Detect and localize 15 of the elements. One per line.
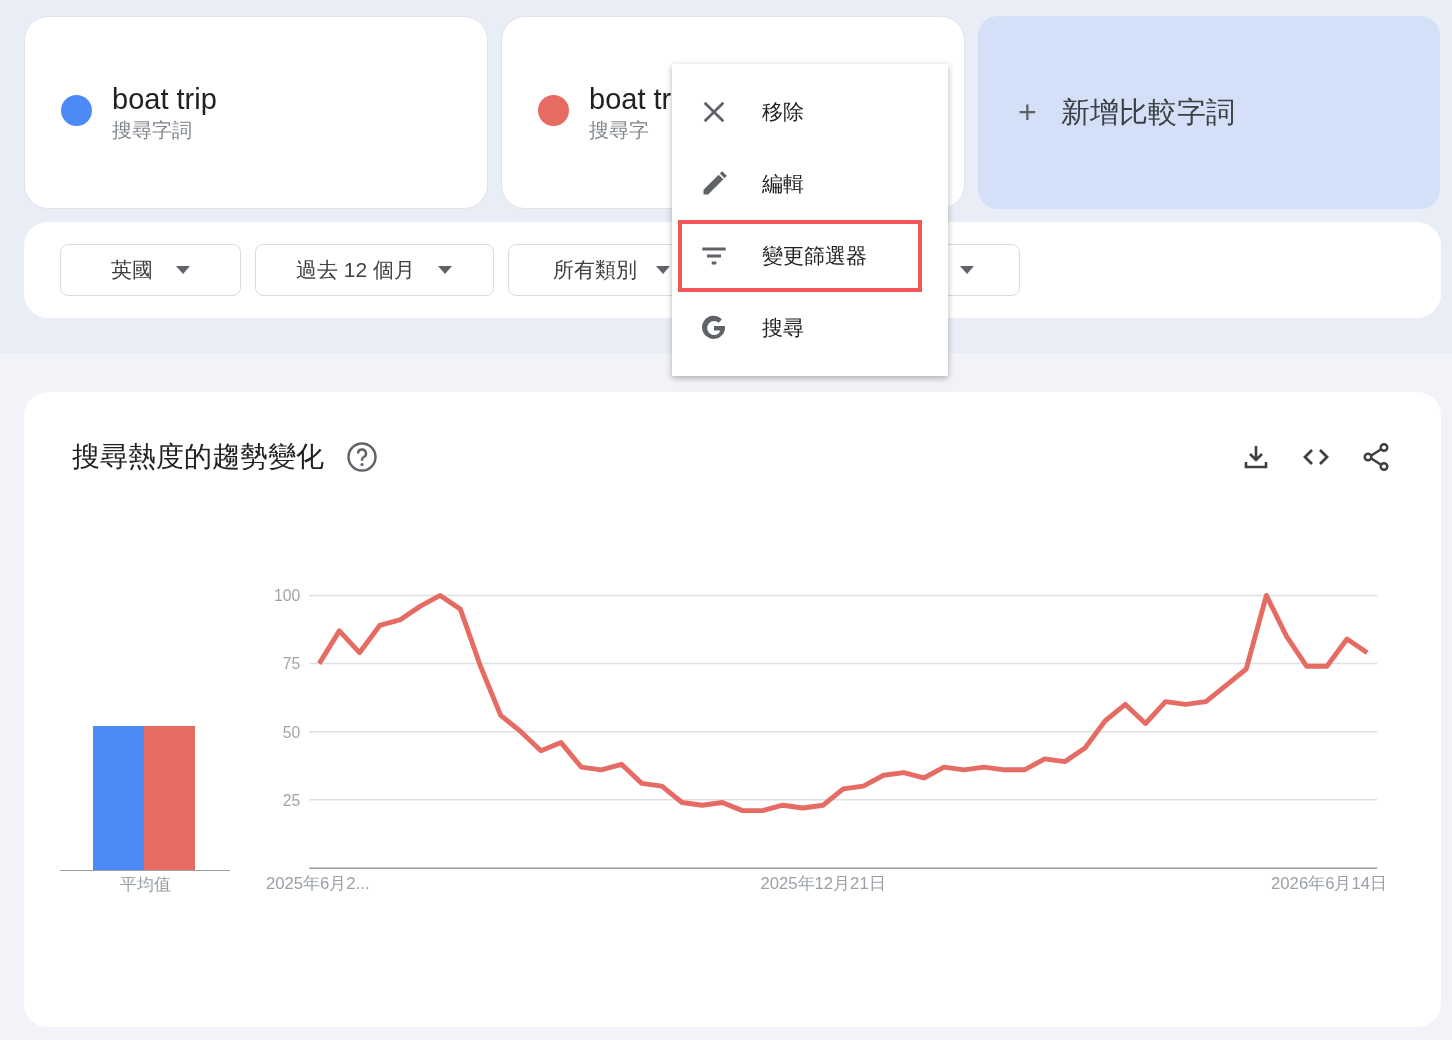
term-subtitle: 搜尋字 (589, 117, 650, 143)
axis-label: 平均值 (119, 875, 171, 895)
plus-icon: + (1018, 94, 1037, 131)
y-tick-label: 75 (282, 655, 301, 673)
x-tick-label: 2026年6月14日 (1271, 874, 1388, 894)
y-tick-label: 50 (282, 723, 301, 741)
y-tick-label: 25 (282, 791, 301, 809)
y-tick-label: 100 (274, 587, 301, 605)
x-tick-label: 2025年12月21日 (760, 874, 886, 894)
chart-title: 搜尋熱度的趨勢變化 (72, 440, 324, 474)
add-term-label: 新增比較字詞 (1060, 94, 1235, 130)
term-title: boat tr (589, 81, 672, 116)
term-subtitle: 搜尋字詞 (112, 117, 193, 143)
x-tick-label: 2025年6月2... (265, 874, 370, 894)
term-title: boat trip (112, 81, 217, 116)
